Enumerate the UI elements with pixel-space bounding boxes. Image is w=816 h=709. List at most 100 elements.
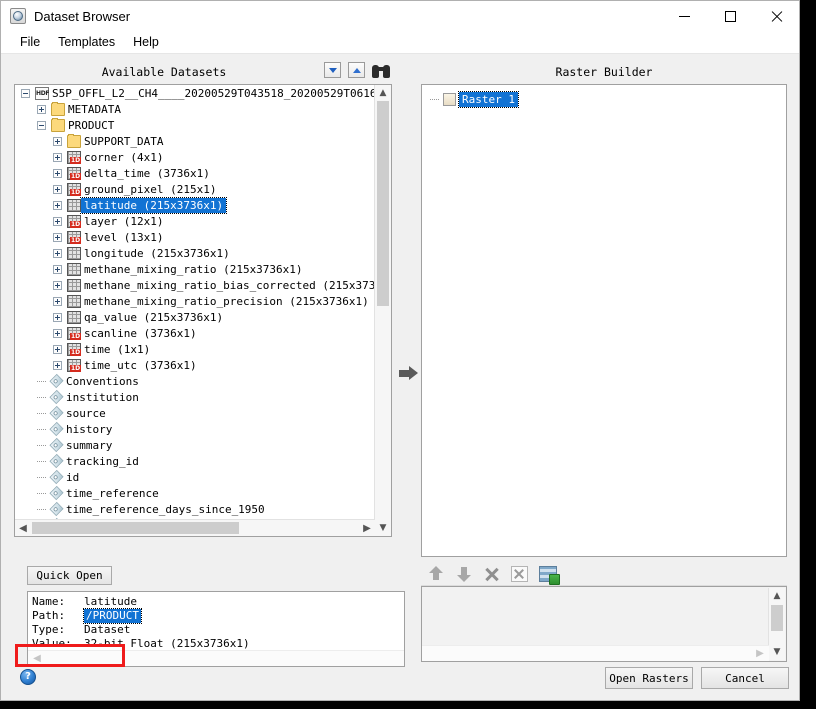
collapse-all-button[interactable] xyxy=(348,62,365,78)
tree-item[interactable]: methane_mixing_ratio (215x3736x1) xyxy=(15,261,375,277)
menu-item-file[interactable]: File xyxy=(11,33,49,51)
expand-toggle-icon[interactable] xyxy=(53,216,62,226)
raster-builder-toolbar xyxy=(421,562,787,586)
raster-builder-tree[interactable]: Raster 1 xyxy=(421,84,787,557)
tree-item[interactable]: layer (12x1) xyxy=(15,213,375,229)
expand-toggle-icon[interactable] xyxy=(53,136,62,146)
tree-item[interactable]: corner (4x1) xyxy=(15,149,375,165)
tree-item[interactable]: Conventions xyxy=(15,373,375,389)
maximize-button[interactable] xyxy=(707,1,753,31)
collapse-toggle-icon[interactable] xyxy=(37,120,46,130)
raster-properties-list[interactable]: ▲ ▼ ▶ xyxy=(421,586,787,662)
raster-tree-item[interactable]: Raster 1 xyxy=(430,90,786,108)
dataset-tree-vscrollbar[interactable]: ▲ ▼ xyxy=(374,85,391,536)
expand-toggle-icon[interactable] xyxy=(53,248,62,258)
expand-toggle-icon[interactable] xyxy=(53,344,62,354)
tree-item[interactable]: time (1x1) xyxy=(15,341,375,357)
dataset-tree-vscroll-thumb[interactable] xyxy=(377,101,389,306)
cancel-button[interactable]: Cancel xyxy=(701,667,789,689)
find-button[interactable] xyxy=(372,63,390,78)
expand-toggle-icon[interactable] xyxy=(53,184,62,194)
scroll-right-arrow[interactable]: ▶ xyxy=(359,520,375,536)
expand-toggle-icon[interactable] xyxy=(37,104,46,114)
tree-item[interactable]: scanline (3736x1) xyxy=(15,325,375,341)
tree-item-label: level (13x1) xyxy=(84,230,164,244)
tree-item[interactable]: summary xyxy=(15,437,375,453)
tree-connector xyxy=(37,444,46,446)
tree-item[interactable]: SUPPORT_DATA xyxy=(15,133,375,149)
raster-scroll-down-arrow[interactable]: ▼ xyxy=(769,644,785,660)
remove-icon[interactable] xyxy=(483,565,501,583)
collapse-toggle-icon[interactable] xyxy=(21,88,30,98)
dataset-tree-hscrollbar[interactable]: ◀ ▶ xyxy=(15,519,375,536)
menu-item-templates[interactable]: Templates xyxy=(49,33,124,51)
tree-item[interactable]: level (13x1) xyxy=(15,229,375,245)
expand-toggle-icon[interactable] xyxy=(53,152,62,162)
tree-item[interactable]: METADATA xyxy=(15,101,375,117)
tree-item-label: Conventions xyxy=(66,374,139,388)
move-up-icon[interactable] xyxy=(427,565,445,583)
add-to-raster-arrow-icon[interactable] xyxy=(399,366,419,380)
open-rasters-button[interactable]: Open Rasters xyxy=(605,667,693,689)
move-down-tip xyxy=(457,574,471,582)
expand-toggle-icon[interactable] xyxy=(53,360,62,370)
add-raster-icon[interactable] xyxy=(539,565,560,585)
close-button[interactable] xyxy=(753,1,799,31)
tree-item[interactable]: time_reference_days_since_1950 xyxy=(15,501,375,517)
folder-icon xyxy=(51,101,65,116)
tree-item[interactable]: institution xyxy=(15,389,375,405)
dataset-tree[interactable]: HDF S5P_OFFL_L2__CH4____20200529T043518_2… xyxy=(14,84,392,537)
details-scroll-left-arrow[interactable]: ◀ xyxy=(30,651,44,665)
raster-scroll-up-arrow[interactable]: ▲ xyxy=(769,588,785,604)
scroll-left-arrow[interactable]: ◀ xyxy=(15,520,31,536)
attribute-tag-icon xyxy=(49,373,64,389)
remove-all-icon[interactable] xyxy=(511,565,529,583)
move-down-icon[interactable] xyxy=(455,565,473,583)
tree-item[interactable]: PRODUCT xyxy=(15,117,375,133)
expand-toggle-icon[interactable] xyxy=(53,264,62,274)
tree-item-label: METADATA xyxy=(68,102,121,116)
dataset-tree-hscroll-thumb[interactable] xyxy=(32,522,239,534)
expand-toggle-icon[interactable] xyxy=(53,312,62,322)
tree-item[interactable]: tracking_id xyxy=(15,453,375,469)
tree-item[interactable]: methane_mixing_ratio_precision (215x3736… xyxy=(15,293,375,309)
tree-item[interactable]: methane_mixing_ratio_bias_corrected (215… xyxy=(15,277,375,293)
detail-key-name: Name: xyxy=(32,595,66,608)
expand-toggle-icon[interactable] xyxy=(53,200,62,210)
expand-toggle-icon[interactable] xyxy=(53,328,62,338)
tree-item[interactable]: source xyxy=(15,405,375,421)
tree-item[interactable]: delta_time (3736x1) xyxy=(15,165,375,181)
quick-open-button[interactable]: Quick Open xyxy=(27,566,112,585)
expand-toggle-icon[interactable] xyxy=(53,168,62,178)
scroll-down-arrow[interactable]: ▼ xyxy=(375,520,391,536)
expand-toggle-icon[interactable] xyxy=(53,280,62,290)
tree-item[interactable]: time_utc (3736x1) xyxy=(15,357,375,373)
tree-item[interactable]: time_reference xyxy=(15,485,375,501)
expand-all-button[interactable] xyxy=(324,62,341,78)
app-icon xyxy=(10,8,26,24)
expand-toggle-icon[interactable] xyxy=(53,296,62,306)
menu-item-help[interactable]: Help xyxy=(124,33,168,51)
raster-list-hscrollbar[interactable]: ▶ xyxy=(422,645,769,661)
tree-item[interactable]: longitude (215x3736x1) xyxy=(15,245,375,261)
tree-item[interactable]: ground_pixel (215x1) xyxy=(15,181,375,197)
menu-bar: File Templates Help xyxy=(1,31,799,54)
raster-list-vscroll-thumb[interactable] xyxy=(771,605,783,631)
tree-item[interactable]: id xyxy=(15,469,375,485)
minimize-button[interactable] xyxy=(661,1,707,31)
raster-scroll-right-arrow[interactable]: ▶ xyxy=(753,646,767,660)
scroll-up-arrow[interactable]: ▲ xyxy=(375,85,391,101)
detail-value-path[interactable]: /PRODUCT xyxy=(83,608,142,624)
help-button[interactable]: ? xyxy=(20,669,36,685)
details-hscrollbar[interactable]: ◀ xyxy=(28,650,404,666)
tree-item-label: qa_value (215x3736x1) xyxy=(84,310,224,324)
detail-key-path: Path: xyxy=(32,609,66,622)
tree-item[interactable]: history xyxy=(15,421,375,437)
raster-list-vscrollbar[interactable]: ▲ ▼ xyxy=(768,588,785,660)
expand-toggle-icon[interactable] xyxy=(53,232,62,242)
tree-item-label: methane_mixing_ratio_bias_corrected (215… xyxy=(84,278,375,292)
tree-item[interactable]: qa_value (215x3736x1) xyxy=(15,309,375,325)
tree-connector xyxy=(37,428,46,430)
tree-item[interactable]: latitude (215x3736x1) xyxy=(15,196,375,214)
tree-item[interactable]: HDF S5P_OFFL_L2__CH4____20200529T043518_2… xyxy=(15,85,375,101)
